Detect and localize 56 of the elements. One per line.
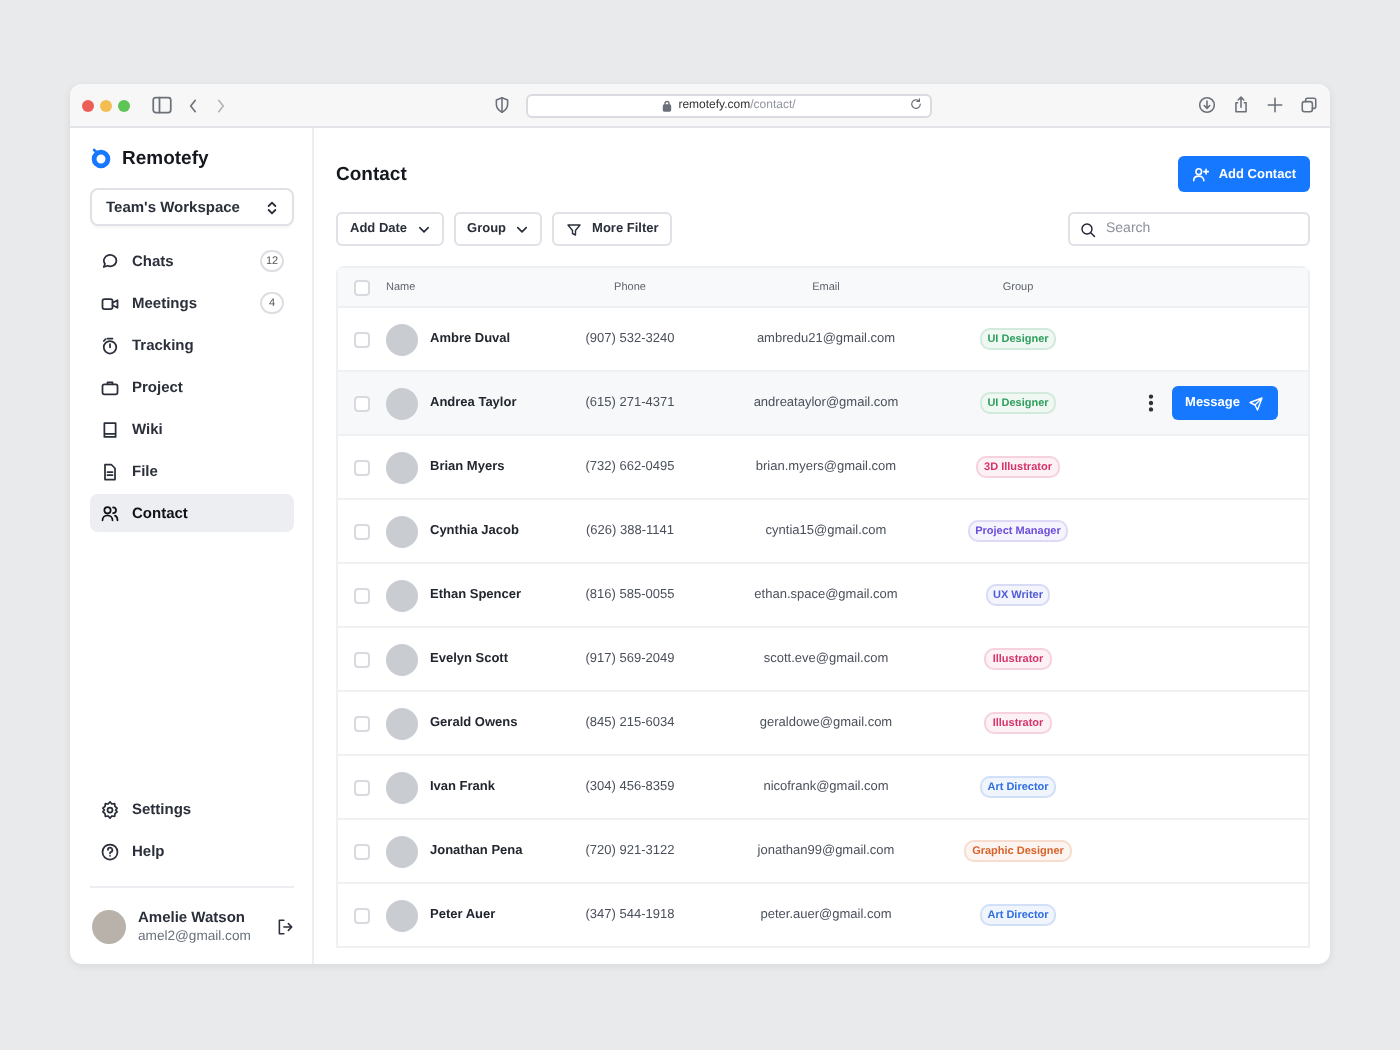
chat-icon — [100, 251, 120, 271]
chevron-down-icon — [417, 225, 430, 233]
checkbox[interactable] — [354, 587, 370, 603]
new-tab-icon[interactable] — [1266, 96, 1284, 114]
avatar-placeholder — [92, 909, 126, 943]
avatar-placeholder — [386, 835, 418, 867]
share-icon[interactable] — [1232, 96, 1250, 114]
stopwatch-icon — [100, 335, 120, 355]
checkbox[interactable] — [354, 843, 370, 859]
avatar-placeholder — [386, 387, 418, 419]
send-icon — [1248, 395, 1264, 411]
checkbox[interactable] — [354, 523, 370, 539]
users-icon — [100, 503, 120, 523]
checkbox[interactable] — [354, 331, 370, 347]
search-icon — [1080, 221, 1096, 237]
avatar-placeholder — [386, 451, 418, 483]
checkbox[interactable] — [354, 715, 370, 731]
avatar-placeholder — [386, 899, 418, 931]
avatar-placeholder — [386, 579, 418, 611]
logo-icon — [90, 148, 112, 170]
more-options-icon[interactable] — [1147, 394, 1154, 412]
logout-icon[interactable] — [276, 917, 294, 935]
checkbox[interactable] — [354, 395, 370, 411]
settings-icon — [100, 799, 120, 819]
checkbox[interactable] — [354, 651, 370, 667]
page-title: Contact — [336, 163, 407, 185]
shield-icon — [494, 96, 510, 114]
checkbox[interactable] — [354, 459, 370, 475]
checkbox[interactable] — [354, 279, 370, 295]
book-icon — [100, 419, 120, 439]
checkbox[interactable] — [354, 907, 370, 923]
funnel-icon — [566, 221, 583, 237]
minimize-window-button[interactable] — [100, 99, 112, 111]
tabs-icon[interactable] — [1300, 96, 1318, 114]
checkbox[interactable] — [354, 779, 370, 795]
help-icon — [100, 841, 120, 861]
chevron-down-icon — [516, 225, 529, 233]
avatar-placeholder — [386, 643, 418, 675]
reload-icon[interactable] — [910, 97, 922, 109]
brand-name: Remotefy — [122, 148, 209, 170]
download-icon[interactable] — [1198, 96, 1216, 114]
avatar-placeholder — [386, 515, 418, 547]
avatar-placeholder — [386, 707, 418, 739]
chevron-up-down-icon — [266, 199, 278, 215]
forward-icon[interactable] — [214, 97, 228, 113]
video-camera-icon — [100, 293, 120, 313]
back-icon[interactable] — [186, 97, 200, 113]
lock-icon — [662, 99, 673, 111]
briefcase-icon — [100, 377, 120, 397]
sidebar-toggle-icon[interactable] — [152, 96, 172, 114]
add-user-icon — [1192, 165, 1211, 183]
close-window-button[interactable] — [82, 99, 94, 111]
maximize-window-button[interactable] — [118, 99, 130, 111]
document-icon — [100, 461, 120, 481]
avatar-placeholder — [386, 771, 418, 803]
avatar-placeholder — [386, 323, 418, 355]
